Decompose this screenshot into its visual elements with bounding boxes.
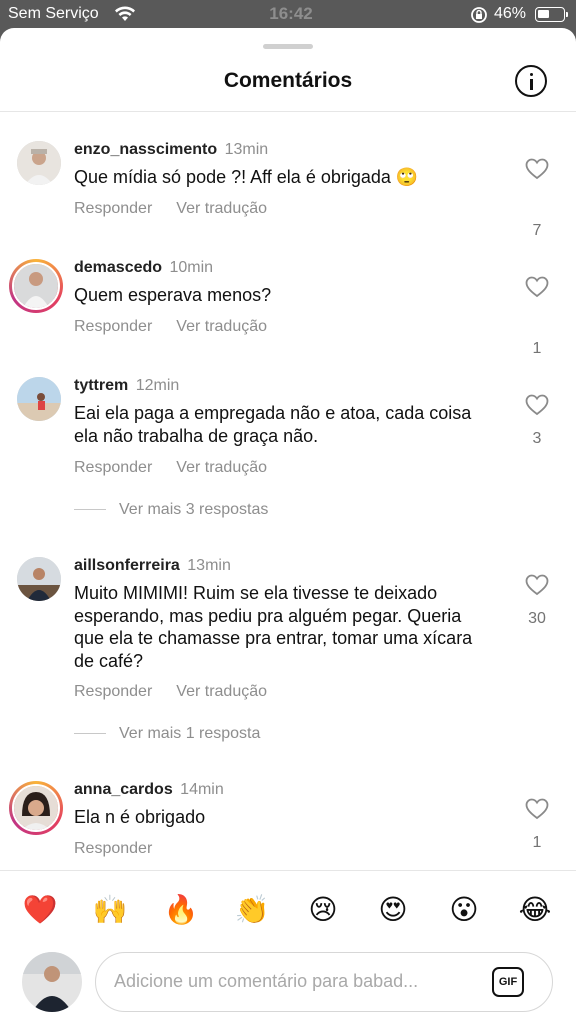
view-more-replies[interactable]: Ver mais 3 respostas — [74, 501, 268, 519]
current-user-avatar — [22, 952, 82, 1012]
translate-button[interactable]: Ver tradução — [176, 318, 267, 335]
emoji-quick-bar: ❤️ 🙌 🔥 👏 😢 😍 😮 😂 — [0, 892, 576, 928]
translate-button[interactable]: Ver tradução — [176, 200, 267, 217]
like-count: 1 — [532, 834, 542, 851]
info-icon[interactable] — [515, 65, 547, 97]
comment-text: Quem esperava menos? — [74, 285, 272, 305]
avatar[interactable] — [17, 377, 61, 421]
reply-button[interactable]: Responder — [74, 683, 152, 700]
crying-emoji-button[interactable]: 😢 — [305, 892, 341, 928]
translate-button[interactable]: Ver tradução — [176, 683, 267, 700]
comment-username[interactable]: enzo_nasscimento — [74, 141, 217, 158]
emoji-bar-divider — [0, 870, 576, 871]
comment-text: Eai ela paga a empregada não e atoa, cad… — [74, 403, 472, 446]
battery-icon — [535, 7, 568, 22]
comment-actions: Responder Ver tradução — [74, 683, 291, 701]
header-divider — [0, 111, 576, 112]
comment-username[interactable]: tyttrem — [74, 377, 128, 394]
comment-input[interactable]: Adicione um comentário para babad... GIF — [95, 952, 553, 1012]
comment-meta: tyttrem 12min — [74, 377, 179, 395]
reply-button[interactable]: Responder — [74, 318, 152, 335]
battery-percent: 46% — [494, 5, 527, 22]
view-more-replies[interactable]: Ver mais 1 resposta — [74, 725, 260, 743]
like-count: 30 — [528, 610, 546, 627]
rotation-lock-icon — [470, 6, 488, 29]
comment-actions: Responder Ver tradução — [74, 459, 291, 477]
comment-input-placeholder: Adicione um comentário para babad... — [114, 971, 419, 991]
sheet-grabber[interactable] — [263, 44, 313, 49]
comment-actions: Responder — [74, 840, 176, 858]
surprised-emoji-button[interactable]: 😮 — [446, 892, 482, 928]
clap-emoji-button[interactable]: 👏 — [234, 892, 270, 928]
heart-emoji-button[interactable]: ❤️ — [22, 892, 58, 928]
like-count: 7 — [532, 222, 542, 239]
status-bar: Sem Serviço 16:42 46% — [0, 0, 576, 30]
comment-time: 13min — [224, 141, 269, 158]
avatar[interactable] — [17, 557, 61, 601]
laughing-emoji-button[interactable]: 😂 — [517, 892, 553, 928]
heart-icon[interactable] — [525, 798, 549, 825]
view-more-replies-label: Ver mais 3 respostas — [119, 501, 269, 518]
comment-meta: enzo_nasscimento 13min — [74, 141, 268, 159]
comment-meta: anna_cardos 14min — [74, 781, 224, 799]
comment-time: 10min — [169, 259, 214, 276]
comment-actions: Responder Ver tradução — [74, 200, 291, 218]
comment-time: 13min — [187, 557, 231, 574]
avatar[interactable] — [9, 781, 63, 835]
comment-meta: demascedo 10min — [74, 259, 213, 277]
comment-time: 14min — [180, 781, 224, 798]
raising-hands-emoji-button[interactable]: 🙌 — [92, 892, 128, 928]
comment-text: Ela n é obrigado — [74, 807, 206, 827]
comment-meta: aillsonferreira 13min — [74, 557, 231, 575]
like-count: 1 — [532, 340, 542, 357]
sheet-title: Comentários — [223, 69, 353, 92]
avatar[interactable] — [9, 259, 63, 313]
comment-text: Muito MIMIMI! Ruim se ela tivesse te dei… — [74, 583, 473, 671]
heart-icon[interactable] — [525, 276, 549, 303]
fire-emoji-button[interactable]: 🔥 — [163, 892, 199, 928]
reply-button[interactable]: Responder — [74, 840, 152, 857]
clock: 16:42 — [269, 4, 313, 23]
comment-time: 12min — [135, 377, 180, 394]
gif-button[interactable]: GIF — [492, 967, 524, 997]
comment-text: Que mídia só pode ?! Aff ela é obrigada … — [74, 167, 419, 187]
heart-icon[interactable] — [525, 158, 549, 185]
heart-icon[interactable] — [525, 574, 549, 601]
heart-eyes-emoji-button[interactable]: 😍 — [375, 892, 411, 928]
avatar[interactable] — [17, 141, 61, 185]
comment-username[interactable]: anna_cardos — [74, 781, 173, 798]
reply-button[interactable]: Responder — [74, 459, 152, 476]
translate-button[interactable]: Ver tradução — [176, 459, 267, 476]
comment-username[interactable]: demascedo — [74, 259, 162, 276]
heart-icon[interactable] — [525, 394, 549, 421]
like-count: 3 — [532, 430, 542, 447]
reply-button[interactable]: Responder — [74, 200, 152, 217]
comment-username[interactable]: aillsonferreira — [74, 557, 180, 574]
view-more-replies-label: Ver mais 1 resposta — [119, 725, 261, 742]
comments-sheet: Comentários enzo_nasscimento 13min Que m… — [0, 28, 576, 1024]
comment-actions: Responder Ver tradução — [74, 318, 291, 336]
